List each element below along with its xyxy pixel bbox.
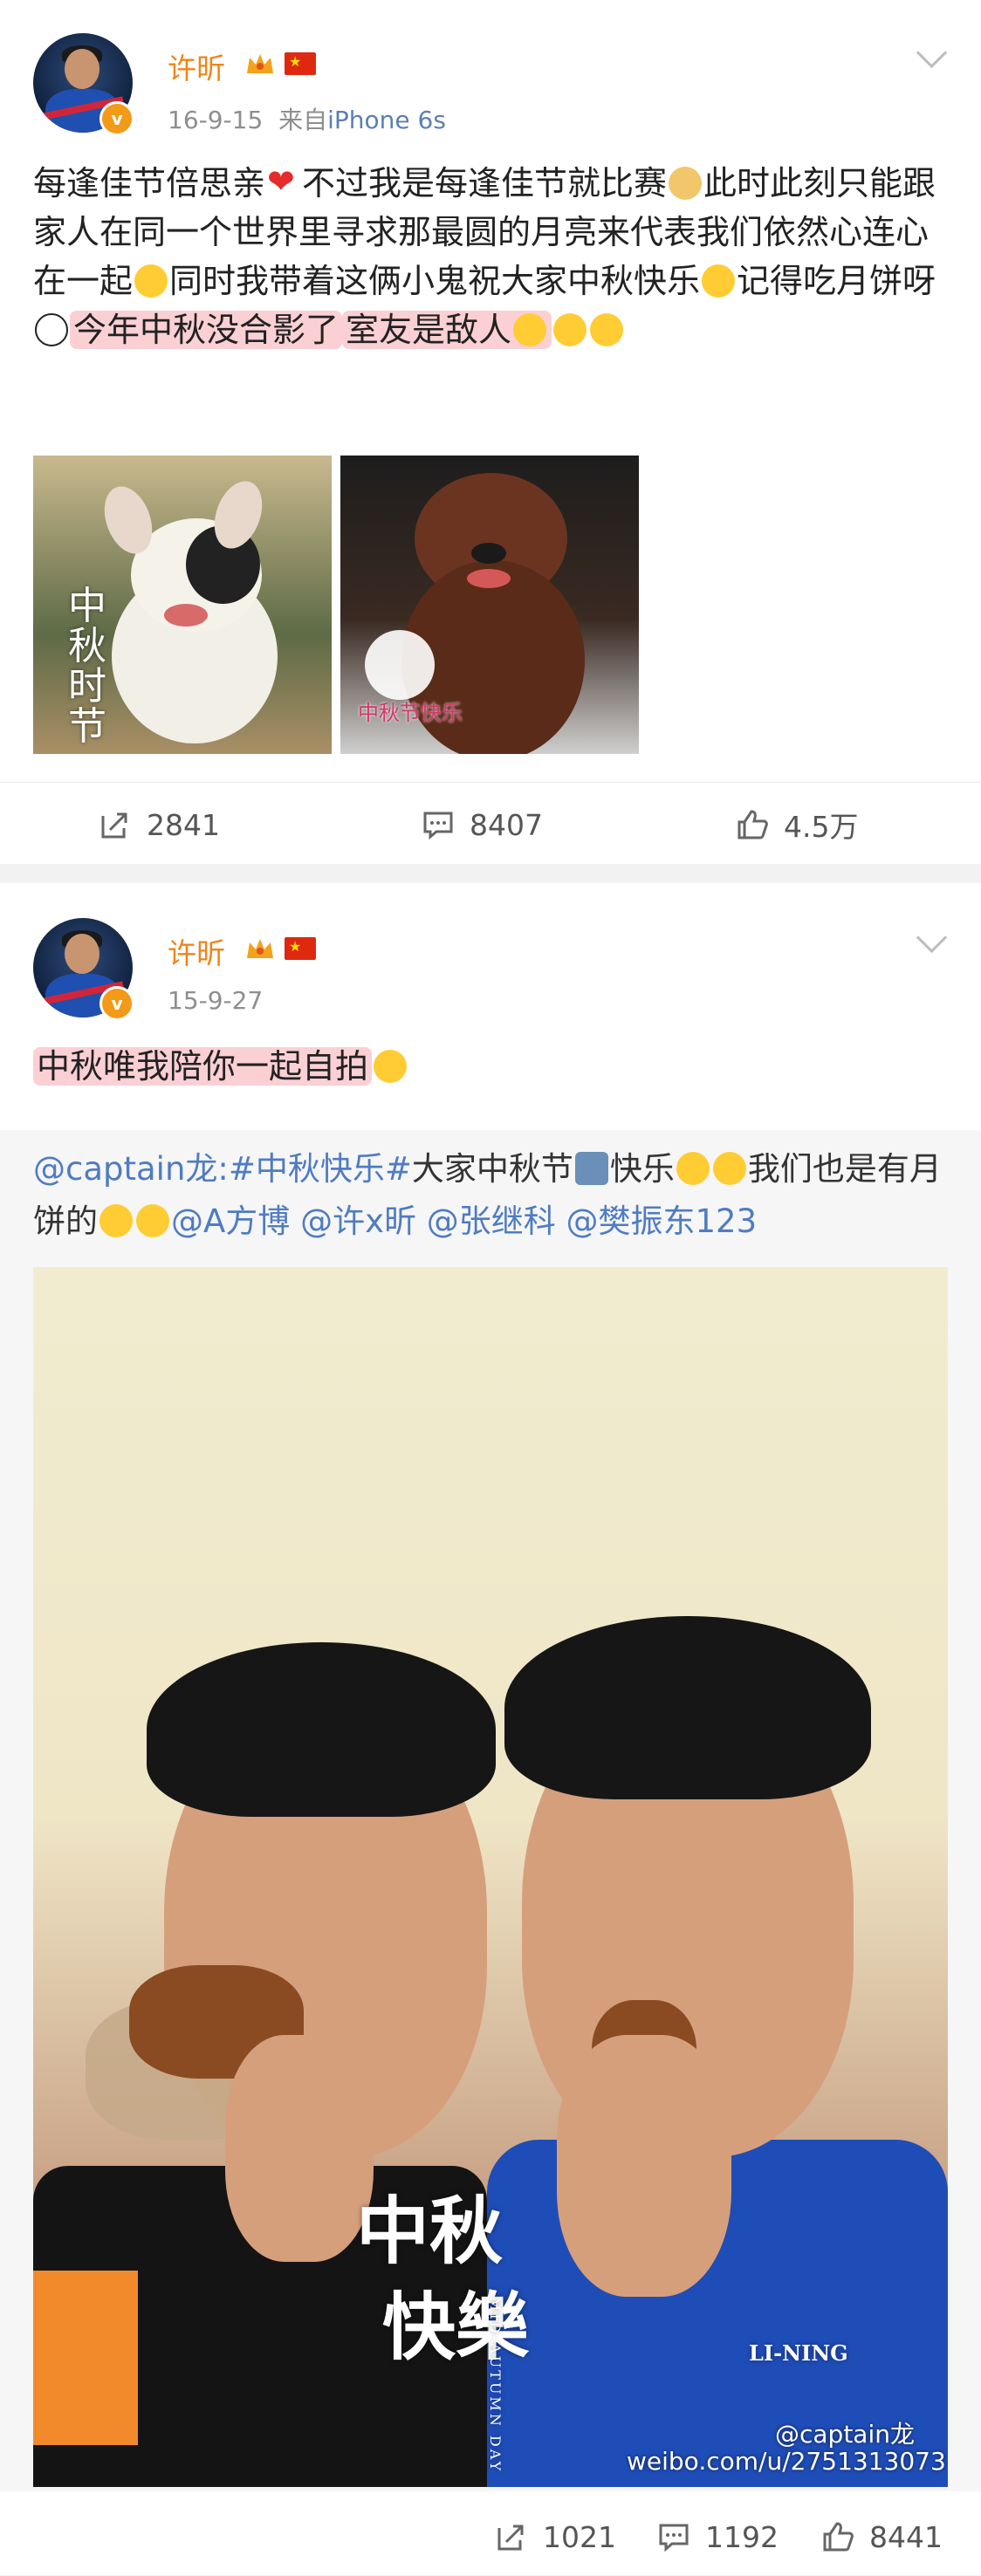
post-text: 中秋唯我陪你一起自拍 [33, 1042, 408, 1091]
highlight-text: 中秋唯我陪你一起自拍 [37, 1047, 369, 1086]
repost-count: 1021 [543, 2519, 616, 2554]
post-card: v 许昕 ★ 16-9-15 来自iPhone 6s 每逢佳节倍思亲不过我是每逢… [0, 0, 981, 864]
hashtag-link[interactable]: :#中秋快乐# [217, 1150, 411, 1188]
post-date: 15-9-27 [168, 986, 264, 1015]
like-count: 4.5万 [784, 810, 859, 844]
shy-emoji-icon [374, 1050, 408, 1083]
eye-roll-emoji-icon [553, 313, 587, 346]
username[interactable]: 许昕 [168, 45, 225, 87]
comment-icon [423, 812, 453, 840]
shy-emoji-icon [99, 1204, 133, 1237]
repost-image-selfie[interactable]: 中秋 快樂 MID-AUTUMN DAY LI-NING @captain龙 w… [33, 1267, 948, 2487]
mention-link[interactable]: @A方博 [171, 1202, 290, 1240]
heart-emoji-icon [267, 165, 300, 200]
repost-author-link[interactable]: @captain龙 [33, 1150, 217, 1188]
china-flag-icon: ★ [285, 937, 316, 960]
moon-flower-emoji-icon [574, 1152, 608, 1185]
post-meta: 16-9-15 来自iPhone 6s [168, 101, 446, 136]
verified-badge-icon: v [99, 101, 134, 136]
image-title-text: 中秋 [356, 2188, 504, 2274]
mention-link[interactable]: @许x昕 [300, 1202, 416, 1240]
thumbs-up-icon [737, 810, 768, 839]
china-flag-icon: ★ [285, 52, 316, 75]
comment-count: 1192 [705, 2519, 779, 2554]
mention-link[interactable]: @张继科 [427, 1202, 556, 1240]
heart-eyes-emoji-icon [134, 264, 168, 298]
post-image-bulldog[interactable]: 中秋 时节 [33, 456, 332, 754]
repost-button[interactable]: 1021 [494, 2497, 616, 2576]
repost-icon [101, 812, 127, 839]
highlight-text: 室友是敌人 [346, 311, 512, 349]
action-bar: 1021 1192 8441 [0, 2497, 981, 2576]
thumbs-up-icon [823, 2522, 854, 2552]
image-subtitle-text: MID-AUTUMN DAY [487, 2297, 504, 2474]
post-date: 16-9-15 [168, 106, 264, 134]
post-image-poodle[interactable]: 中秋节快乐 [340, 456, 639, 754]
watermark-handle: @captain龙 [775, 2420, 915, 2449]
post-text: 每逢佳节倍思亲不过我是每逢佳节就比赛此时此刻只能跟家人在同一个世界里寻求那最圆的… [33, 159, 950, 354]
repost-count: 2841 [147, 807, 220, 842]
vip-crown-icon[interactable] [244, 51, 276, 77]
like-count: 8441 [869, 2519, 943, 2554]
image-stamp-text: 中秋节快乐 [358, 701, 463, 725]
comment-button[interactable]: 8407 [421, 785, 543, 864]
vip-crown-icon[interactable] [244, 935, 276, 962]
source-prefix: 来自 [278, 106, 328, 134]
comment-count: 8407 [470, 807, 543, 842]
repost-icon [497, 2525, 524, 2551]
repost-button[interactable]: 2841 [98, 785, 220, 864]
image-title-text: 快樂 [382, 2284, 530, 2370]
comment-button[interactable]: 1192 [656, 2497, 779, 2576]
repost-text: @captain龙:#中秋快乐#大家中秋节 快乐 我们也是有月饼的 @A方博 @许x昕… [33, 1150, 942, 1240]
doge-emoji-icon [669, 167, 703, 200]
action-bar: 2841 8407 4.5万 [0, 785, 981, 864]
divider [0, 782, 981, 783]
source-device[interactable]: iPhone 6s [327, 106, 446, 134]
like-button[interactable]: 8441 [820, 2497, 943, 2576]
watermark-url: weibo.com/u/2751313073 [627, 2447, 946, 2476]
comment-icon [659, 2524, 689, 2552]
shy-emoji-icon [136, 1204, 169, 1237]
blush-emoji-icon [702, 264, 736, 298]
like-button[interactable]: 4.5万 [735, 785, 858, 864]
verified-badge-icon: v [99, 986, 134, 1021]
highlight-text: 今年中秋没合影了 [70, 311, 343, 349]
grin-emoji-icon [676, 1152, 710, 1185]
eye-roll-emoji-icon [590, 313, 624, 346]
panda-emoji-icon [35, 313, 68, 346]
shirt-brand-text: LI-NING [749, 2340, 848, 2366]
grin-emoji-icon [712, 1152, 746, 1185]
image-stamp-text: 中秋 时节 [68, 584, 106, 749]
username[interactable]: 许昕 [168, 930, 225, 972]
eye-roll-emoji-icon [513, 313, 547, 346]
chevron-down-icon[interactable] [916, 37, 948, 69]
mention-link[interactable]: @樊振东123 [566, 1202, 758, 1240]
